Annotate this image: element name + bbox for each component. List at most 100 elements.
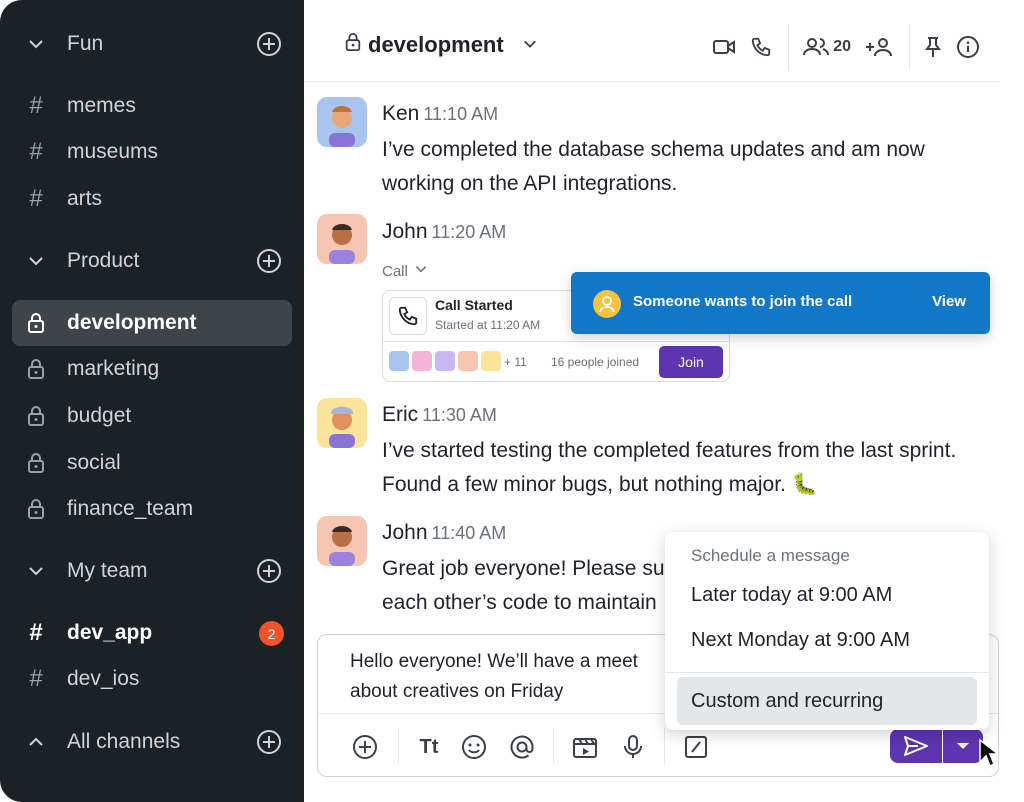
chevron-down-icon — [12, 562, 60, 580]
author-name: John — [382, 220, 428, 243]
schedule-option-next-monday[interactable]: Next Monday at 9:00 AM — [691, 629, 910, 652]
sidebar-item-memes[interactable]: # memes — [12, 83, 292, 129]
channel-label: memes — [67, 94, 136, 117]
schedule-option-later-today[interactable]: Later today at 9:00 AM — [691, 584, 892, 607]
sidebar-item-dev-ios[interactable]: # dev_ios — [12, 656, 292, 702]
message-time: 11:20 AM — [431, 222, 507, 242]
video-call-icon[interactable] — [712, 38, 736, 56]
message-time: 11:10 AM — [423, 104, 499, 124]
sidebar-item-dev-app[interactable]: # dev_app 2 — [12, 610, 292, 656]
divider — [664, 728, 665, 764]
chevron-down-icon — [522, 32, 538, 58]
channel-label: arts — [67, 187, 103, 210]
sidebar-item-arts[interactable]: # arts — [12, 176, 292, 222]
call-label: Call — [382, 262, 408, 280]
phone-icon[interactable] — [750, 36, 772, 58]
call-participants: + 11 16 people joined Join — [383, 341, 729, 381]
section-label: Product — [67, 249, 140, 272]
video-clip-icon[interactable] — [570, 732, 600, 762]
add-channel-icon[interactable] — [256, 248, 282, 274]
sidebar: Fun # memes # museums # arts Product dev… — [0, 0, 304, 802]
channel-title[interactable]: development — [344, 32, 538, 58]
send-options-button[interactable] — [943, 729, 983, 763]
join-call-button[interactable]: Join — [659, 346, 723, 378]
author-name: John — [382, 521, 428, 544]
avatar — [458, 351, 478, 371]
lock-icon — [344, 32, 362, 58]
message-author[interactable]: John 11:40 AM — [382, 521, 506, 545]
joined-count: 16 people joined — [551, 355, 640, 369]
text-format-icon[interactable]: Tt — [414, 732, 444, 762]
message-author[interactable]: John 11:20 AM — [382, 220, 506, 244]
section-fun[interactable]: Fun — [12, 21, 292, 67]
call-start-time: Started at 11:20 AM — [435, 318, 541, 332]
add-member-icon[interactable] — [865, 37, 893, 57]
message-author[interactable]: Ken 11:10 AM — [382, 102, 498, 126]
schedule-menu: Schedule a message Later today at 9:00 A… — [665, 532, 989, 730]
lock-icon — [12, 405, 60, 427]
channel-label: dev_ios — [67, 667, 140, 690]
phone-icon — [389, 297, 427, 335]
author-name: Ken — [382, 102, 420, 125]
divider — [788, 24, 790, 70]
add-attachment-icon[interactable] — [350, 732, 380, 762]
sidebar-item-marketing[interactable]: marketing — [12, 346, 292, 392]
member-count: 20 — [833, 38, 851, 55]
mention-icon[interactable] — [507, 732, 537, 762]
message-text: I’ve completed the database schema updat… — [382, 138, 925, 195]
slash-command-icon[interactable] — [681, 732, 711, 762]
sidebar-item-social[interactable]: social — [12, 440, 292, 486]
sidebar-item-museums[interactable]: # museums — [12, 129, 292, 175]
channel-label: finance_team — [67, 497, 194, 520]
info-icon[interactable] — [956, 35, 980, 59]
sidebar-item-development[interactable]: development — [12, 300, 292, 346]
avatar — [389, 351, 409, 371]
add-channel-icon[interactable] — [256, 558, 282, 584]
call-toggle[interactable]: Call — [382, 262, 428, 280]
message-input[interactable]: Hello everyone! We’ll have a meet about … — [350, 647, 680, 707]
author-name: Eric — [382, 403, 419, 426]
hash-icon: # — [29, 185, 43, 212]
section-my-team[interactable]: My team — [12, 548, 292, 594]
chevron-down-icon — [12, 252, 60, 270]
chevron-up-icon — [12, 733, 60, 751]
lock-icon — [12, 312, 60, 334]
lock-icon — [12, 358, 60, 380]
avatar[interactable] — [317, 516, 367, 566]
avatar[interactable] — [317, 398, 367, 448]
section-all-channels[interactable]: All channels — [12, 719, 292, 765]
user-avatar-icon — [593, 290, 621, 318]
avatar[interactable] — [317, 97, 367, 147]
lock-icon — [12, 452, 60, 474]
sidebar-item-finance-team[interactable]: finance_team — [12, 486, 292, 532]
channel-label: social — [67, 451, 121, 474]
avatar — [412, 351, 432, 371]
members-button[interactable]: 20 — [803, 37, 851, 57]
view-button[interactable]: View — [932, 293, 966, 310]
avatar[interactable] — [317, 214, 367, 264]
divider — [398, 728, 399, 764]
channel-name: development — [368, 32, 504, 57]
message-author[interactable]: Eric 11:30 AM — [382, 403, 497, 427]
hash-icon: # — [29, 92, 43, 119]
add-channel-icon[interactable] — [256, 729, 282, 755]
pin-icon[interactable] — [924, 36, 942, 58]
section-label: All channels — [67, 730, 181, 753]
chevron-down-icon — [12, 35, 60, 53]
chat-app: Fun # memes # museums # arts Product dev… — [0, 0, 1024, 802]
sidebar-item-budget[interactable]: budget — [12, 393, 292, 439]
header-actions: 20 — [698, 24, 980, 70]
channel-label: marketing — [67, 357, 160, 380]
toast-text: Someone wants to join the call — [633, 293, 853, 310]
microphone-icon[interactable] — [618, 732, 648, 762]
divider — [909, 24, 910, 70]
emoji-icon[interactable] — [459, 732, 489, 762]
send-button[interactable] — [890, 729, 942, 763]
unread-badge: 2 — [259, 621, 284, 646]
join-request-toast: Someone wants to join the call View — [571, 272, 990, 334]
chevron-down-icon — [414, 262, 428, 280]
add-channel-icon[interactable] — [256, 31, 282, 57]
schedule-option-custom[interactable]: Custom and recurring — [677, 677, 977, 725]
channel-label: development — [67, 311, 197, 334]
section-product[interactable]: Product — [12, 238, 292, 284]
